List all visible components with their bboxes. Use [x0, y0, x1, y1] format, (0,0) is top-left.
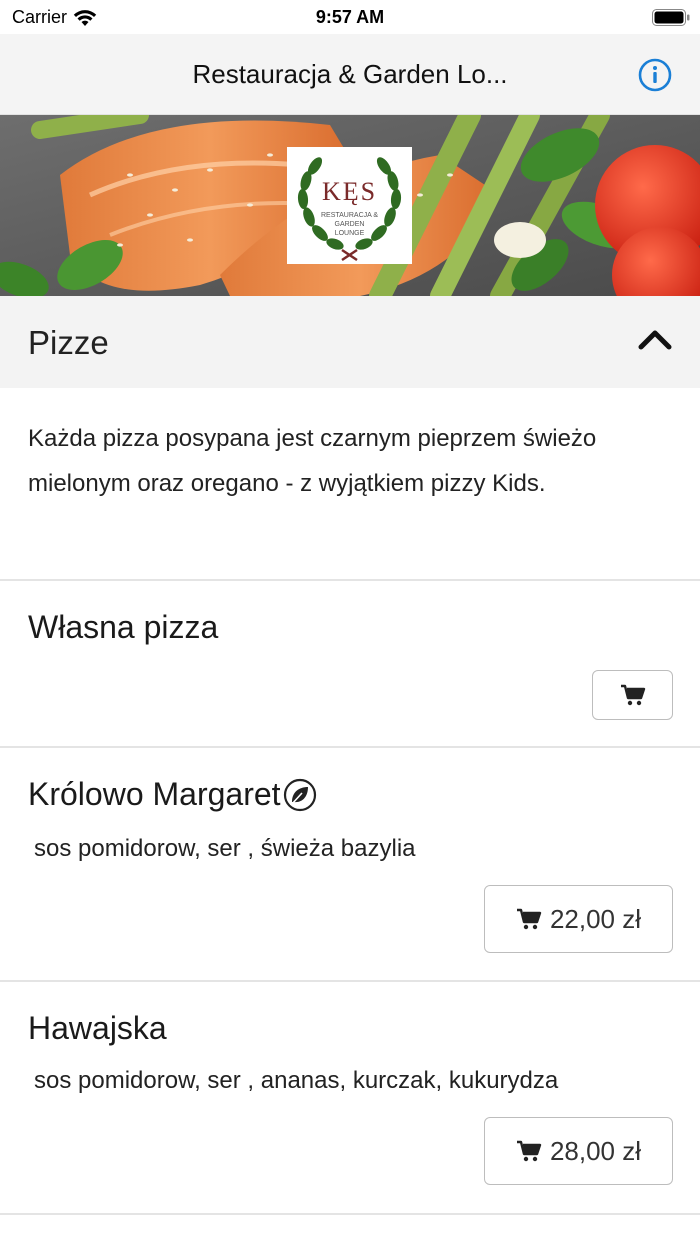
- battery-icon: [652, 9, 690, 26]
- category-description: Każda pizza posypana jest czarnym pieprz…: [28, 425, 597, 497]
- item-description: sos pomidorow, ser , ananas, kurczak, ku…: [34, 1067, 559, 1094]
- divider: [0, 1213, 700, 1215]
- divider: [0, 746, 700, 748]
- nav-title: Restauracja & Garden Lo...: [192, 59, 508, 89]
- cart-icon: [620, 684, 645, 706]
- status-bar: Carrier 9:57 AM: [0, 0, 700, 34]
- divider: [0, 579, 700, 581]
- item-name: Królowo Margaret: [28, 776, 317, 813]
- item-name-text: Własna pizza: [28, 609, 219, 645]
- item-name-text: Królowo Margaret: [28, 776, 281, 812]
- leaf-icon: [283, 778, 316, 811]
- item-name-text: Hawajska: [28, 1010, 167, 1046]
- price-label: 28,00 zł: [549, 1135, 642, 1166]
- divider: [0, 980, 700, 982]
- item-description: sos pomidorow, ser , świeża bazylia: [34, 835, 416, 862]
- cart-icon: [516, 1140, 542, 1162]
- add-to-cart-button[interactable]: 28,00 zł: [484, 1117, 673, 1185]
- item-name: Własna pizza: [28, 609, 218, 646]
- navigation-bar: Restauracja & Garden Lo...: [0, 34, 700, 115]
- price-label: 22,00 zł: [549, 903, 642, 934]
- cart-icon: [516, 908, 542, 930]
- chevron-up-icon[interactable]: [638, 328, 672, 350]
- logo-subtitle: RESTAURACJA & GARDEN LOUNGE: [320, 212, 379, 237]
- add-to-cart-button[interactable]: 22,00 zł: [484, 885, 673, 953]
- restaurant-logo: KĘS RESTAURACJA & GARDEN LOUNGE: [287, 147, 412, 264]
- logo-text: KĘS: [321, 177, 378, 206]
- add-to-cart-button[interactable]: [592, 670, 673, 720]
- info-icon[interactable]: [638, 58, 672, 92]
- category-title: Pizze: [28, 324, 109, 361]
- category-header[interactable]: Pizze: [0, 296, 700, 388]
- item-name: Hawajska: [28, 1010, 167, 1047]
- status-time: 9:57 AM: [315, 7, 385, 27]
- header-banner: KĘS RESTAURACJA & GARDEN LOUNGE: [0, 115, 700, 296]
